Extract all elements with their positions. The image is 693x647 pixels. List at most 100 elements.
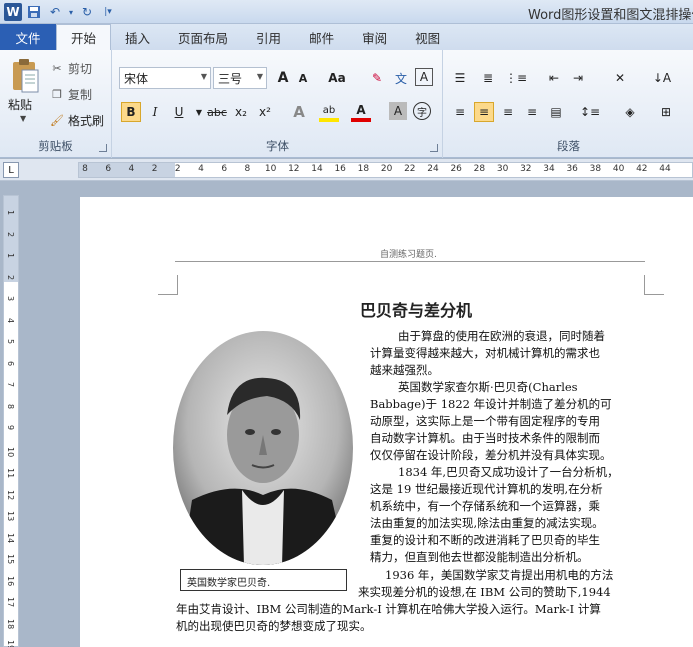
ruler-tick-label: 42 (636, 164, 648, 174)
ruler-tick-label: 38 (589, 164, 602, 174)
ruler-tick-label: 8 (6, 403, 15, 409)
document-line: 这是 19 世纪最接近现代计算机的发明,在分析 (370, 482, 603, 496)
underline-button[interactable]: U (169, 102, 189, 122)
grow-font-button[interactable]: A (273, 68, 293, 88)
paste-icon[interactable] (10, 58, 40, 94)
align-center-icon[interactable]: ≡ (474, 102, 494, 122)
tab-page-layout[interactable]: 页面布局 (164, 24, 242, 50)
undo-icon[interactable]: ↶ (46, 3, 64, 21)
ruler-tick-label: 18 (6, 618, 15, 629)
tab-file[interactable]: 文件 (0, 24, 56, 50)
borders-icon[interactable]: ⊞ (656, 102, 676, 122)
font-group: 宋体 ▼ 三号 ▼ A A Aa ✎ 文 A B I U ▼ abc x₂ x² A… (113, 50, 443, 158)
redo-icon[interactable]: ↻ (78, 3, 96, 21)
document-line: 计算量变得越来越大，对机械计算机的需求也 (370, 346, 600, 360)
line-spacing-icon[interactable]: ↕≡ (580, 102, 600, 122)
save-icon[interactable] (25, 3, 43, 21)
ribbon: 粘贴 ▼ ✂ 剪切 ❐ 复制 🖌 格式刷 剪贴板 宋体 ▼ 三号 ▼ A A Aa … (0, 50, 693, 158)
numbering-icon[interactable]: ≣ (478, 68, 498, 88)
justify-icon[interactable]: ≡ (522, 102, 542, 122)
chinese-layout-icon[interactable]: ✕ (610, 68, 630, 88)
copy-button[interactable]: ❐ 复制 (50, 86, 92, 103)
ruler-tick-label: 12 (6, 489, 15, 500)
document-line: 越来越强烈。 (370, 363, 439, 377)
document-title[interactable]: 巴贝奇与差分机 (360, 297, 472, 321)
ruler-tick-label: 2 (6, 231, 15, 237)
word-logo-icon[interactable]: W (4, 3, 22, 21)
char-border-button[interactable]: A (415, 68, 433, 86)
clipboard-group: 粘贴 ▼ ✂ 剪切 ❐ 复制 🖌 格式刷 剪贴板 (0, 50, 112, 158)
font-color-icon[interactable]: A (351, 102, 371, 122)
ribbon-tabs: 文件 开始 插入 页面布局 引用 邮件 审阅 视图 (0, 24, 693, 50)
shading-icon[interactable]: ◈ (620, 102, 640, 122)
document-line: Babbage)于 1822 年设计并制造了差分机的可 (370, 397, 612, 411)
portrait-image[interactable] (172, 330, 354, 566)
font-launcher-icon[interactable] (430, 144, 438, 152)
shrink-font-button[interactable]: A (293, 68, 313, 88)
horizontal-ruler[interactable]: 8 6 4 2 2 4 6 8 10 12 14 16 18 20 22 24 26 28 30 32 34 36 38 40… (78, 162, 693, 178)
tab-selector[interactable]: L (3, 162, 19, 178)
clipboard-launcher-icon[interactable] (99, 144, 107, 152)
italic-button[interactable]: I (145, 102, 165, 122)
ruler-tick-label: 16 (334, 164, 346, 174)
tab-review[interactable]: 审阅 (348, 24, 401, 50)
paste-dropdown-icon[interactable]: ▼ (20, 114, 26, 123)
font-name-select[interactable]: 宋体 ▼ (119, 67, 211, 89)
sort-icon[interactable]: ↓A (652, 68, 672, 88)
ruler-tick-label: 32 (520, 164, 532, 174)
header-divider (175, 261, 645, 262)
superscript-button[interactable]: x² (255, 102, 275, 122)
ruler-tick-label: 14 (311, 164, 323, 174)
tab-home[interactable]: 开始 (56, 24, 112, 50)
crop-mark-top-right (644, 275, 664, 295)
enclose-char-button[interactable]: 字 (413, 102, 431, 120)
paste-button[interactable]: 粘贴 (8, 96, 32, 113)
chevron-down-icon: ▼ (200, 72, 207, 81)
bold-button[interactable]: B (121, 102, 141, 122)
ruler-tick-label: 7 (6, 382, 15, 388)
text-effects-button[interactable]: A (289, 102, 309, 122)
tab-references[interactable]: 引用 (242, 24, 295, 50)
format-painter-button[interactable]: 🖌 格式刷 (50, 112, 104, 129)
format-painter-label: 格式刷 (68, 114, 105, 128)
copy-icon: ❐ (52, 88, 62, 101)
document-line: 年由艾肯设计、IBM 公司制造的Mark-I 计算机在哈佛大学投入运行。Mark… (176, 602, 601, 616)
ruler-tick-label: 36 (566, 164, 578, 174)
cut-button[interactable]: ✂ 剪切 (50, 60, 92, 77)
subscript-button[interactable]: x₂ (231, 102, 251, 122)
document-page[interactable]: 自测练习题页. 巴贝奇与差分机 英国数学家巴贝奇. 由于算盘的使用在欧洲的衰退，… (80, 197, 693, 647)
dropdown-icon[interactable]: ▾ (67, 3, 75, 21)
font-size-value: 三号 (218, 72, 243, 86)
font-size-select[interactable]: 三号 ▼ (213, 67, 267, 89)
align-left-icon[interactable]: ≡ (450, 102, 470, 122)
ruler-tick-label: 4 (6, 317, 15, 323)
decrease-indent-icon[interactable]: ⇤ (544, 68, 564, 88)
clipboard-group-label: 剪贴板 (38, 139, 73, 153)
increase-indent-icon[interactable]: ⇥ (568, 68, 588, 88)
multilevel-list-icon[interactable]: ⋮≡ (505, 68, 527, 88)
paragraph-group-label: 段落 (557, 139, 580, 153)
page-header: 自测练习题页. (380, 250, 437, 260)
distributed-icon[interactable]: ▤ (546, 102, 566, 122)
vertical-ruler[interactable]: 121234567891011121314151617181920 (3, 195, 19, 647)
tab-view[interactable]: 视图 (401, 24, 454, 50)
clear-format-icon[interactable]: ✎ (367, 68, 387, 88)
highlight-icon[interactable]: ab (319, 102, 339, 122)
change-case-button[interactable]: Aa (323, 68, 351, 88)
tab-mailings[interactable]: 邮件 (295, 24, 348, 50)
document-line: 重复的设计和不断的改进消耗了巴贝奇的毕生 (370, 533, 600, 547)
document-line: 1936 年，美国数学家艾肯提出用机电的方法 (385, 568, 614, 582)
bullets-icon[interactable]: ☰ (450, 68, 470, 88)
strikethrough-button[interactable]: abc (205, 102, 229, 122)
ruler-bar: L 8 6 4 2 2 4 6 8 10 12 14 16 18 20 22 24 26 28 30 32 34 36 38… (0, 159, 693, 181)
phonetic-icon[interactable]: 文 (391, 68, 411, 88)
image-caption[interactable]: 英国数学家巴贝奇. (180, 569, 347, 591)
chevron-down-icon: ▼ (256, 72, 263, 81)
window-title: Word图形设置和图文混排操作 (528, 8, 693, 23)
customize-qa-icon[interactable]: |▾ (99, 3, 117, 21)
crop-mark-top-left (158, 275, 178, 295)
tab-insert[interactable]: 插入 (111, 24, 164, 50)
align-right-icon[interactable]: ≡ (498, 102, 518, 122)
document-line: 精力，但直到他去世都没能制造出分析机。 (370, 550, 589, 564)
char-shading-button[interactable]: A (389, 102, 407, 120)
